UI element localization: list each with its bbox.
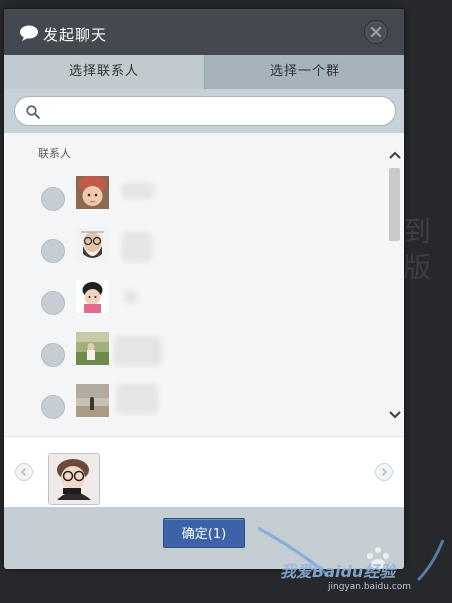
- scroll-right-button[interactable]: [375, 463, 393, 481]
- chat-bubble-icon: [19, 25, 39, 41]
- chevron-down-icon[interactable]: [389, 405, 401, 424]
- tab-select-contacts[interactable]: 选择联系人: [4, 55, 204, 89]
- search-input[interactable]: [49, 101, 383, 123]
- close-button[interactable]: [364, 20, 388, 44]
- section-label-contacts: 联系人: [38, 147, 71, 160]
- select-radio[interactable]: [41, 187, 65, 211]
- contact-name-blurred: [114, 336, 162, 366]
- select-radio[interactable]: [41, 239, 65, 263]
- contact-list-scrollbar[interactable]: [386, 133, 404, 436]
- avatar: [76, 332, 109, 365]
- avatar: [76, 384, 109, 417]
- contact-name-blurred: [122, 232, 152, 262]
- tab-select-group[interactable]: 选择一个群: [204, 55, 404, 89]
- select-radio[interactable]: [41, 291, 65, 315]
- background-text: 到: [403, 215, 432, 248]
- contact-row[interactable]: [4, 176, 384, 220]
- scroll-left-button[interactable]: [15, 463, 33, 481]
- select-radio[interactable]: [41, 343, 65, 367]
- start-chat-dialog: 发起聊天 选择联系人 选择一个群 联系人 确定(1): [4, 9, 404, 569]
- contact-row[interactable]: [4, 228, 384, 272]
- chevron-up-icon[interactable]: [389, 145, 401, 164]
- scrollbar-thumb[interactable]: [389, 168, 400, 241]
- search-box[interactable]: [14, 96, 396, 126]
- chevron-right-icon: [381, 467, 388, 477]
- watermark-text: 我爱Baidu经验: [280, 562, 396, 581]
- dialog-titlebar: 发起聊天: [4, 9, 404, 55]
- tab-bar: 选择联系人 选择一个群: [4, 55, 404, 89]
- contact-name-blurred: [116, 384, 158, 414]
- contact-name-blurred: [122, 183, 154, 199]
- avatar: [76, 228, 109, 261]
- dialog-title: 发起聊天: [43, 26, 108, 44]
- chevron-left-icon: [20, 467, 27, 477]
- selected-contacts-bar: [4, 436, 404, 508]
- avatar: [76, 176, 109, 209]
- close-icon: [371, 27, 381, 37]
- selected-avatar[interactable]: [48, 453, 100, 505]
- baidu-watermark: 我爱Baidu经验 jingyan.baidu.com: [258, 520, 452, 603]
- search-icon: [26, 104, 40, 123]
- contact-row[interactable]: [4, 280, 384, 324]
- avatar: [76, 280, 109, 313]
- watermark-url: jingyan.baidu.com: [328, 582, 412, 592]
- confirm-button[interactable]: 确定(1): [163, 518, 245, 548]
- contact-name-blurred: [124, 290, 138, 304]
- select-radio[interactable]: [41, 395, 65, 419]
- search-area: [4, 89, 404, 133]
- contact-row[interactable]: [4, 332, 384, 376]
- contact-list: 联系人: [4, 133, 404, 436]
- contact-row[interactable]: [4, 384, 384, 428]
- background-text: 版: [403, 251, 432, 284]
